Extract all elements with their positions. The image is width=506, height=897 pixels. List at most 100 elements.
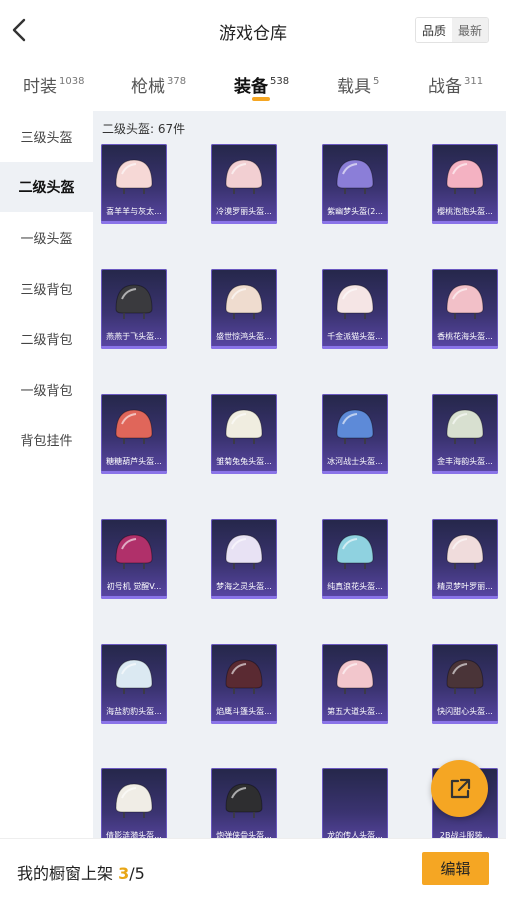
tab-fashion[interactable]: 时装 1038 <box>23 72 84 97</box>
shelf-total-count: /5 <box>129 864 145 883</box>
tab-label: 战备 <box>428 77 462 97</box>
tab-count: 5 <box>373 76 380 87</box>
item-card[interactable]: 燕燕于飞头盔... <box>101 269 167 349</box>
item-card[interactable]: 金丰海韵头盔... <box>432 394 498 474</box>
item-card[interactable]: 精灵梦叶罗丽... <box>432 519 498 599</box>
item-card[interactable]: 倩影涟漪头盔... <box>101 768 167 838</box>
item-card[interactable]: 快闪甜心头盔... <box>432 644 498 724</box>
item-card[interactable]: 紫幽梦头盔(2... <box>322 144 388 224</box>
item-name: 初号机 觉醒V... <box>106 582 162 591</box>
rarity-strip <box>211 471 277 474</box>
tab-count: 538 <box>270 76 290 87</box>
tab-vehicles[interactable]: 载具 5 <box>337 72 379 97</box>
item-name: 海盐豹豹头盔... <box>106 707 162 716</box>
helmet-icon <box>225 284 263 319</box>
rarity-strip <box>211 221 277 224</box>
tab-label: 装备 <box>234 77 268 97</box>
tab-battle-supplies[interactable]: 战备 311 <box>428 72 483 97</box>
rarity-strip <box>432 346 498 349</box>
helmet-icon <box>446 409 484 444</box>
item-card[interactable]: 喜羊羊与灰太... <box>101 144 167 224</box>
sort-option-newest[interactable]: 最新 <box>452 18 488 42</box>
item-name: 糖糖葫芦头盔... <box>106 457 162 466</box>
item-card[interactable]: 雏菊兔兔头盔... <box>211 394 277 474</box>
item-card[interactable]: 冰河战士头盔... <box>322 394 388 474</box>
helmet-icon <box>446 159 484 194</box>
item-name: 紫幽梦头盔(2... <box>327 207 383 216</box>
item-name: 倩影涟漪头盔... <box>106 831 162 838</box>
rarity-strip <box>432 596 498 599</box>
item-name: 炮弹侠骨头盔... <box>216 831 272 838</box>
item-card[interactable]: 冷漠罗丽头盔... <box>211 144 277 224</box>
helmet-icon <box>115 409 153 444</box>
rarity-strip <box>322 721 388 724</box>
item-name: 樱桃泡泡头盔... <box>437 207 493 216</box>
item-card[interactable]: 龙的传人头盔... <box>322 768 388 838</box>
item-card[interactable]: 海盐豹豹头盔... <box>101 644 167 724</box>
shelf-label: 我的橱窗上架 <box>17 864 119 883</box>
item-card[interactable]: 糖糖葫芦头盔... <box>101 394 167 474</box>
share-fab-button[interactable] <box>431 760 488 817</box>
sort-option-quality[interactable]: 品质 <box>416 18 452 42</box>
helmet-icon <box>336 159 374 194</box>
sidebar-item-level3-backpack[interactable]: 三级背包 <box>0 263 93 313</box>
edit-button[interactable]: 编辑 <box>422 852 489 885</box>
tab-weapons[interactable]: 枪械 378 <box>131 72 186 97</box>
active-tab-indicator <box>252 97 270 101</box>
item-name: 雏菊兔兔头盔... <box>216 457 272 466</box>
helmet-icon <box>336 659 374 694</box>
top-bar: 游戏仓库 品质 最新 <box>0 0 506 60</box>
helmet-icon <box>446 534 484 569</box>
rarity-strip <box>432 221 498 224</box>
item-count-label: 二级头盔: 67件 <box>102 122 186 136</box>
sidebar-item-level2-backpack[interactable]: 二级背包 <box>0 313 93 363</box>
share-external-icon <box>450 778 470 798</box>
rarity-strip <box>322 221 388 224</box>
item-card[interactable]: 炮弹侠骨头盔... <box>211 768 277 838</box>
tab-label: 时装 <box>23 77 57 97</box>
helmet-icon <box>115 659 153 694</box>
helmet-icon <box>115 159 153 194</box>
sort-toggle[interactable]: 品质 最新 <box>415 17 489 43</box>
rarity-strip <box>211 596 277 599</box>
item-name: 龙的传人头盔... <box>327 831 383 838</box>
item-name: 焰鹰斗篷头盔... <box>216 707 272 716</box>
item-card[interactable]: 初号机 觉醒V... <box>101 519 167 599</box>
helmet-icon <box>225 159 263 194</box>
item-card[interactable]: 盛世惊鸿头盔... <box>211 269 277 349</box>
item-name: 梦海之灵头盔... <box>216 582 272 591</box>
item-card[interactable]: 第五大道头盔... <box>322 644 388 724</box>
helmet-icon <box>336 409 374 444</box>
sidebar-item-level3-helmet[interactable]: 三级头盔 <box>0 111 93 161</box>
item-card[interactable]: 梦海之灵头盔... <box>211 519 277 599</box>
rarity-strip <box>432 471 498 474</box>
item-card[interactable]: 香桃花海头盔... <box>432 269 498 349</box>
rarity-strip <box>101 221 167 224</box>
helmet-icon <box>225 783 263 818</box>
item-name: 盛世惊鸿头盔... <box>216 332 272 341</box>
helmet-icon <box>225 534 263 569</box>
sidebar-item-backpack-charm[interactable]: 背包挂件 <box>0 414 93 464</box>
rarity-strip <box>101 721 167 724</box>
helmet-icon <box>446 284 484 319</box>
helmet-icon <box>336 284 374 319</box>
category-tabs: 时装 1038 枪械 378 装备 538 载具 5 战备 311 <box>0 60 506 110</box>
bottom-bar: 我的橱窗上架 3/5 编辑 <box>0 838 506 897</box>
sidebar: 三级头盔 二级头盔 一级头盔 三级背包 二级背包 一级背包 背包挂件 <box>0 111 93 838</box>
tab-equipment[interactable]: 装备 538 <box>234 72 289 97</box>
sidebar-item-level2-helmet[interactable]: 二级头盔 <box>0 162 93 212</box>
rarity-strip <box>322 471 388 474</box>
item-card[interactable]: 纯真浪花头盔... <box>322 519 388 599</box>
item-grid-area: 二级头盔: 67件 喜羊羊与灰太... 冷漠罗丽头盔... 紫幽梦头盔(2... 樱桃… <box>93 111 506 838</box>
item-card[interactable]: 焰鹰斗篷头盔... <box>211 644 277 724</box>
item-name: 千金派猫头盔... <box>327 332 383 341</box>
helmet-icon <box>115 534 153 569</box>
item-card[interactable]: 樱桃泡泡头盔... <box>432 144 498 224</box>
sidebar-item-level1-backpack[interactable]: 一级背包 <box>0 364 93 414</box>
item-card[interactable]: 千金派猫头盔... <box>322 269 388 349</box>
item-name: 精灵梦叶罗丽... <box>437 582 493 591</box>
item-name: 喜羊羊与灰太... <box>106 207 162 216</box>
sidebar-item-level1-helmet[interactable]: 一级头盔 <box>0 212 93 262</box>
helmet-icon <box>336 534 374 569</box>
item-name: 燕燕于飞头盔... <box>106 332 162 341</box>
